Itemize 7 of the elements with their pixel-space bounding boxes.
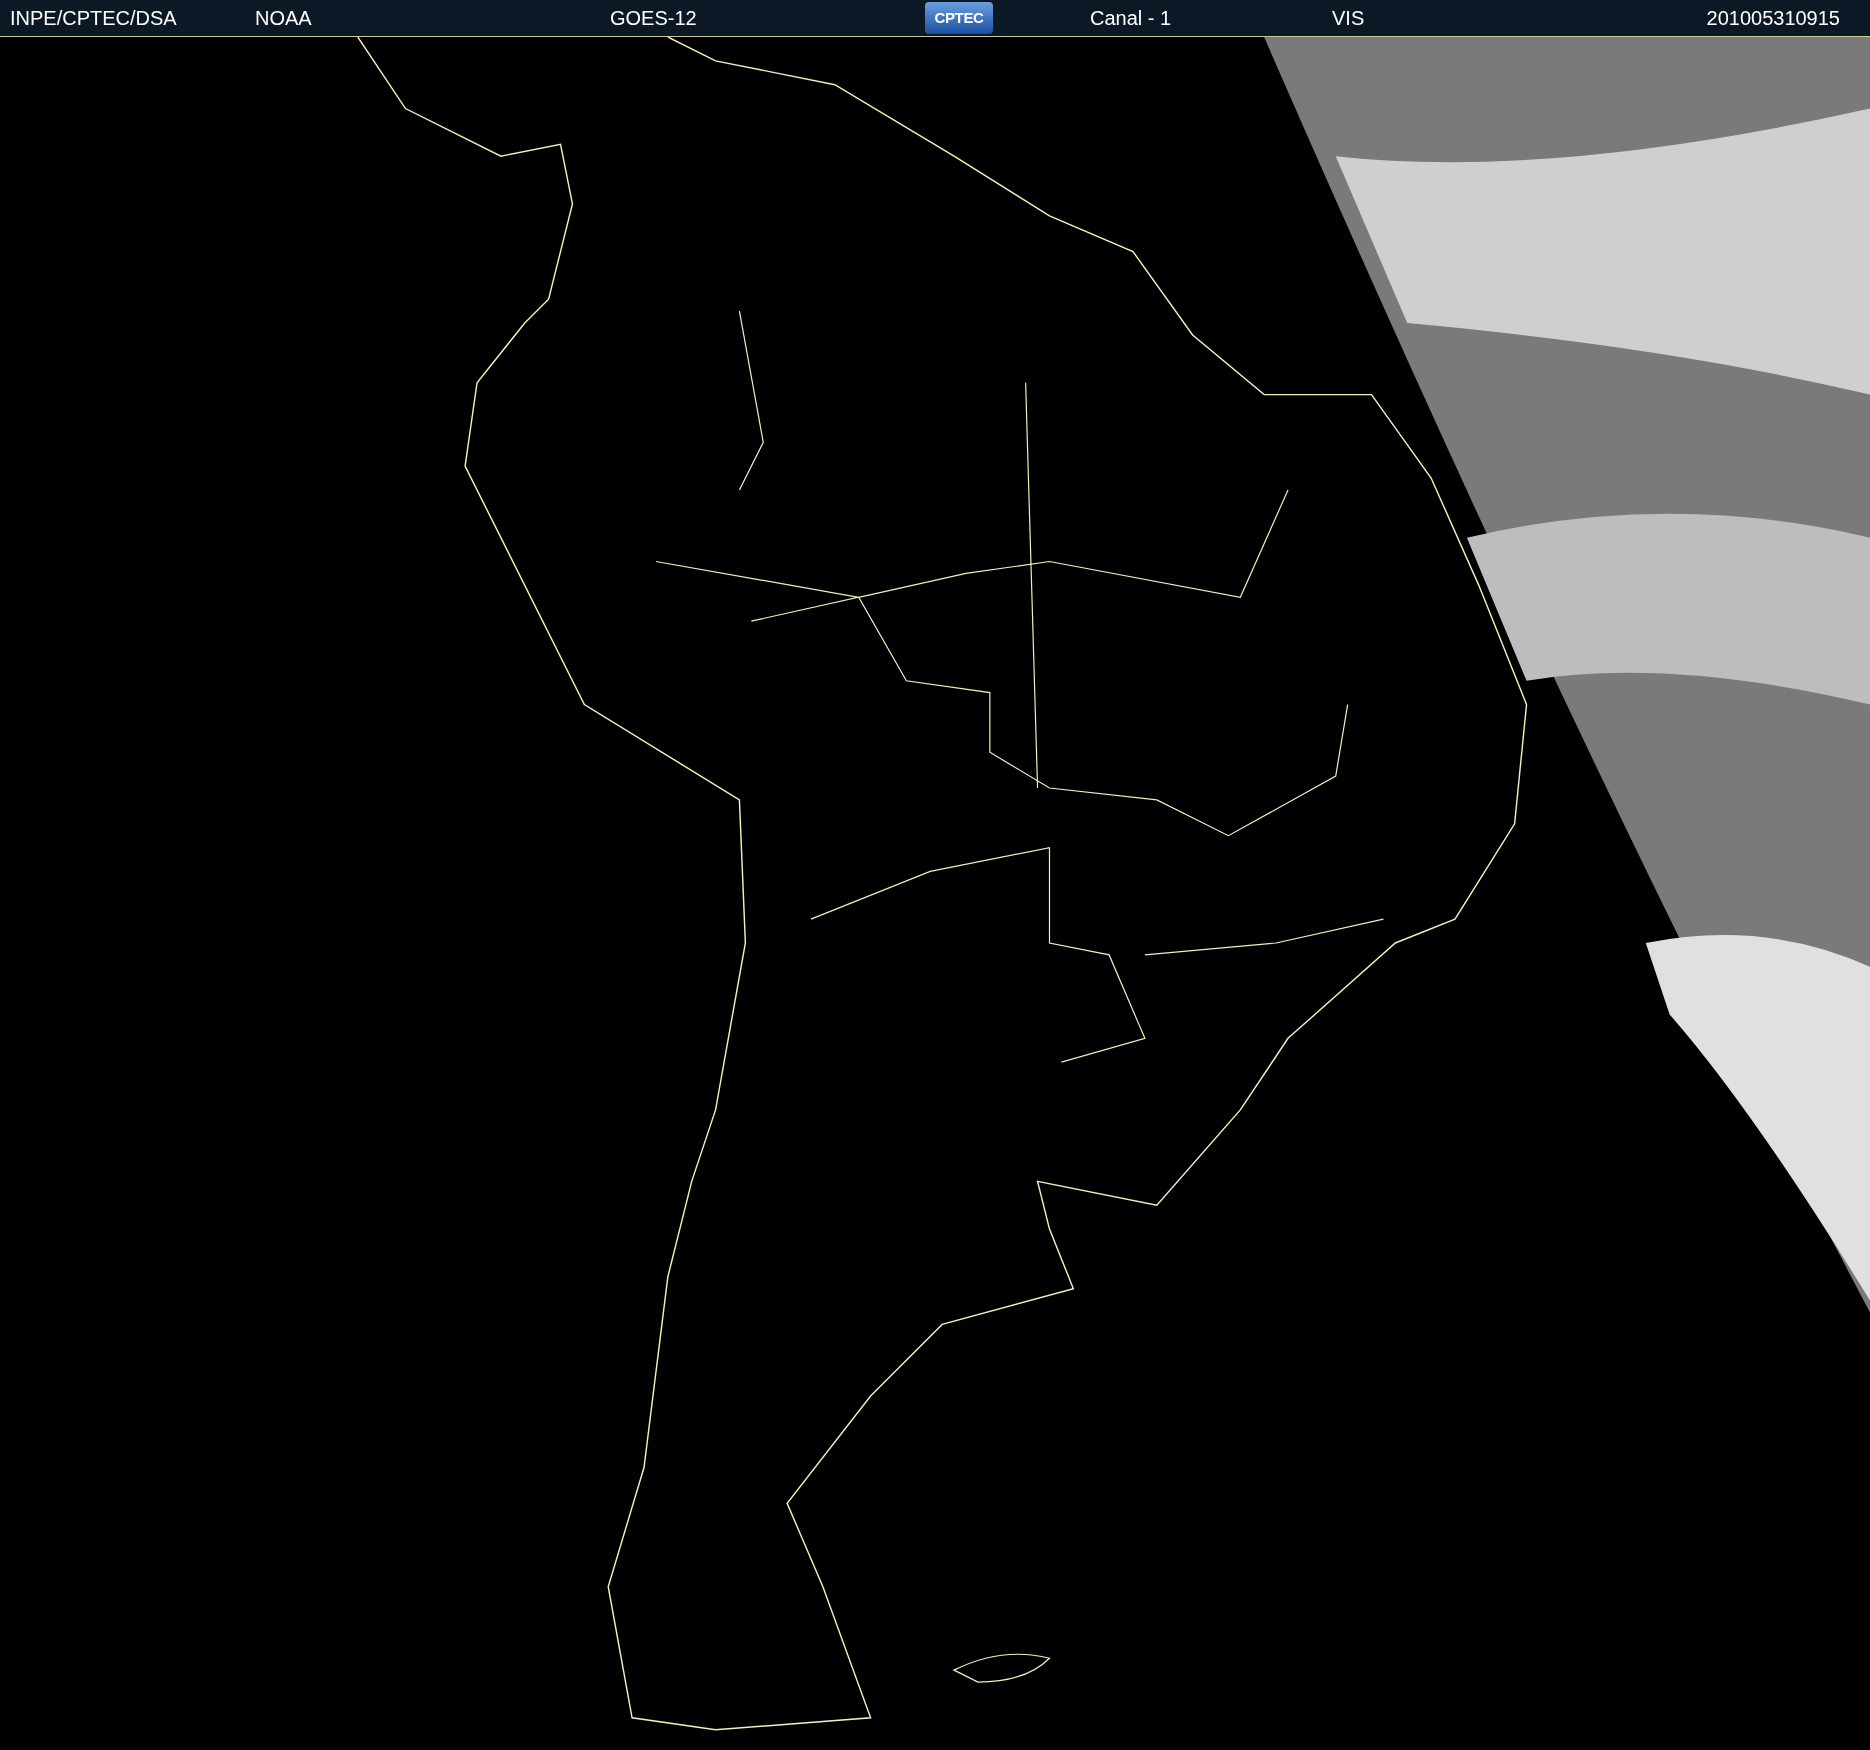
logo: CPTEC [925, 2, 993, 34]
header-label: Canal - 1 [1090, 6, 1172, 31]
header-label: GOES-12 [610, 6, 697, 31]
header-label: VIS [1332, 6, 1365, 31]
header-label: INPE/CPTEC/DSA [10, 6, 177, 31]
header-label: 201005310915 [1706, 6, 1840, 31]
header-label: NOAA [255, 6, 312, 31]
